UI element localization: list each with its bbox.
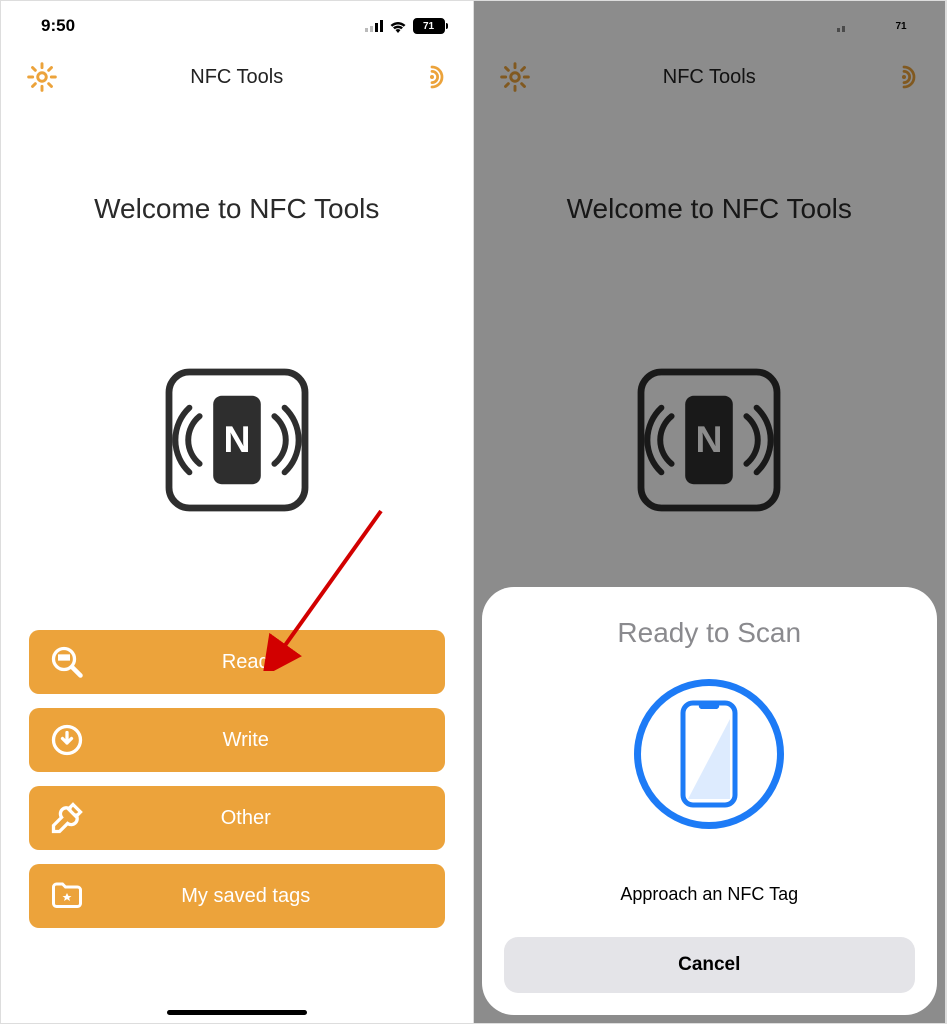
saved-tags-button-label: My saved tags xyxy=(47,885,445,908)
phone-scan-icon xyxy=(634,679,784,829)
sheet-title: Ready to Scan xyxy=(617,617,801,649)
cancel-button[interactable]: Cancel xyxy=(504,937,916,993)
scan-action-icon[interactable] xyxy=(415,60,449,94)
cellular-signal-icon xyxy=(365,20,383,32)
read-button-label: Read xyxy=(47,651,445,674)
nav-bar: NFC Tools xyxy=(1,51,473,103)
read-button[interactable]: Read xyxy=(29,630,445,694)
cancel-button-label: Cancel xyxy=(678,954,740,975)
welcome-heading: Welcome to NFC Tools xyxy=(94,193,379,225)
settings-gear-icon[interactable] xyxy=(25,60,59,94)
nfc-logo-icon: N xyxy=(152,355,322,530)
other-button[interactable]: Other xyxy=(29,786,445,850)
screen-left-home: 9:50 71 NFC Tools Welcome to NFC Tools N xyxy=(1,1,474,1023)
status-right: 71 xyxy=(365,18,445,34)
svg-text:N: N xyxy=(223,418,250,460)
status-time: 9:50 xyxy=(41,16,75,36)
battery-icon: 71 xyxy=(413,18,445,34)
screen-right-scan-sheet: 9:50 71 NFC Tools Welcome to NFC Tools N xyxy=(474,1,947,1023)
other-button-label: Other xyxy=(47,807,445,830)
saved-tags-button[interactable]: My saved tags xyxy=(29,864,445,928)
home-indicator[interactable] xyxy=(167,1010,307,1015)
action-button-stack: Read Write Other My saved tags xyxy=(21,630,453,928)
write-button[interactable]: Write xyxy=(29,708,445,772)
main-content: Welcome to NFC Tools N Read xyxy=(1,103,473,1023)
wifi-icon xyxy=(389,20,407,33)
sheet-message: Approach an NFC Tag xyxy=(620,884,798,905)
write-button-label: Write xyxy=(47,729,445,752)
status-bar: 9:50 71 xyxy=(1,1,473,51)
nfc-scan-sheet: Ready to Scan Approach an NFC Tag Cancel xyxy=(482,587,938,1015)
page-title: NFC Tools xyxy=(59,66,415,89)
